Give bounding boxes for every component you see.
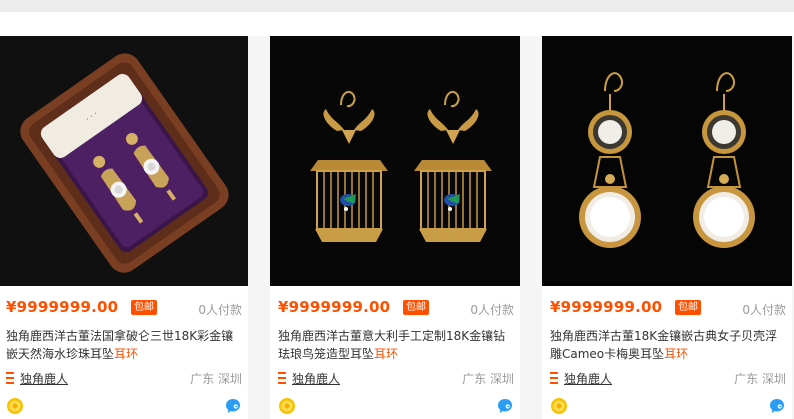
price-row: ¥9999999.00 包邮 0人付款	[550, 298, 786, 318]
price: ¥9999999.00	[278, 298, 391, 316]
product-image[interactable]	[270, 36, 520, 286]
icons-row	[6, 397, 242, 417]
icons-row	[550, 397, 786, 417]
product-title-highlight: 耳环	[374, 347, 399, 361]
free-shipping-badge: 包邮	[675, 300, 701, 315]
price: ¥9999999.00	[6, 298, 119, 316]
location: 广东 深圳	[190, 372, 242, 386]
location: 广东 深圳	[734, 372, 786, 386]
free-shipping-badge: 包邮	[403, 300, 429, 315]
earring-box-image: · · ·	[0, 36, 248, 286]
shop-row: 独角鹿人 广东 深圳	[6, 369, 242, 387]
product-title[interactable]: 独角鹿西洋古董法国拿破仑三世18K彩金镶嵌天然海水珍珠耳坠耳环	[6, 327, 242, 363]
sold-count: 0人付款	[470, 303, 514, 317]
top-white-strip	[0, 12, 794, 36]
price-row: ¥9999999.00 包邮 0人付款	[6, 298, 242, 318]
shop-icon	[278, 372, 286, 384]
wangwang-chat-icon[interactable]	[496, 397, 514, 415]
wangwang-chat-icon[interactable]	[768, 397, 786, 415]
product-card[interactable]: ¥9999999.00 包邮 0人付款 独角鹿西洋古董18K金镶嵌古典女子贝壳浮…	[542, 36, 792, 419]
gold-medal-icon[interactable]	[550, 397, 568, 415]
price: ¥9999999.00	[550, 298, 663, 316]
shop-icon	[550, 372, 558, 384]
product-image[interactable]: · · ·	[0, 36, 248, 286]
product-title-highlight: 耳环	[664, 347, 689, 361]
product-title[interactable]: 独角鹿西洋古董18K金镶嵌古典女子贝壳浮雕Cameo卡梅奥耳坠耳环	[550, 327, 786, 363]
product-image[interactable]	[542, 36, 792, 286]
shop-row: 独角鹿人 广东 深圳	[278, 369, 514, 387]
shop-row: 独角鹿人 广东 深圳	[550, 369, 786, 387]
wangwang-chat-icon[interactable]	[224, 397, 242, 415]
location: 广东 深圳	[462, 372, 514, 386]
product-title[interactable]: 独角鹿西洋古董意大利手工定制18K金镶钻珐琅鸟笼造型耳坠耳环	[278, 327, 514, 363]
shop-name[interactable]: 独角鹿人	[564, 370, 612, 387]
shop-icon	[6, 372, 14, 384]
free-shipping-badge: 包邮	[131, 300, 157, 315]
sold-count: 0人付款	[198, 303, 242, 317]
shop-name[interactable]: 独角鹿人	[20, 370, 68, 387]
cameo-earring-image	[542, 36, 792, 286]
sold-count: 0人付款	[742, 303, 786, 317]
product-grid: · · · ¥9999999.00 包邮 0人付款 独角鹿西洋古董法国拿破仑三世…	[0, 36, 794, 419]
gold-medal-icon[interactable]	[278, 397, 296, 415]
price-row: ¥9999999.00 包邮 0人付款	[278, 298, 514, 318]
shop-name[interactable]: 独角鹿人	[292, 370, 340, 387]
gold-medal-icon[interactable]	[6, 397, 24, 415]
product-title-highlight: 耳环	[114, 347, 139, 361]
product-card[interactable]: · · · ¥9999999.00 包邮 0人付款 独角鹿西洋古董法国拿破仑三世…	[0, 36, 248, 419]
birdcage-earring-image	[270, 36, 520, 286]
top-gray-strip	[0, 0, 794, 12]
icons-row	[278, 397, 514, 417]
product-card[interactable]: ¥9999999.00 包邮 0人付款 独角鹿西洋古董意大利手工定制18K金镶钻…	[270, 36, 520, 419]
